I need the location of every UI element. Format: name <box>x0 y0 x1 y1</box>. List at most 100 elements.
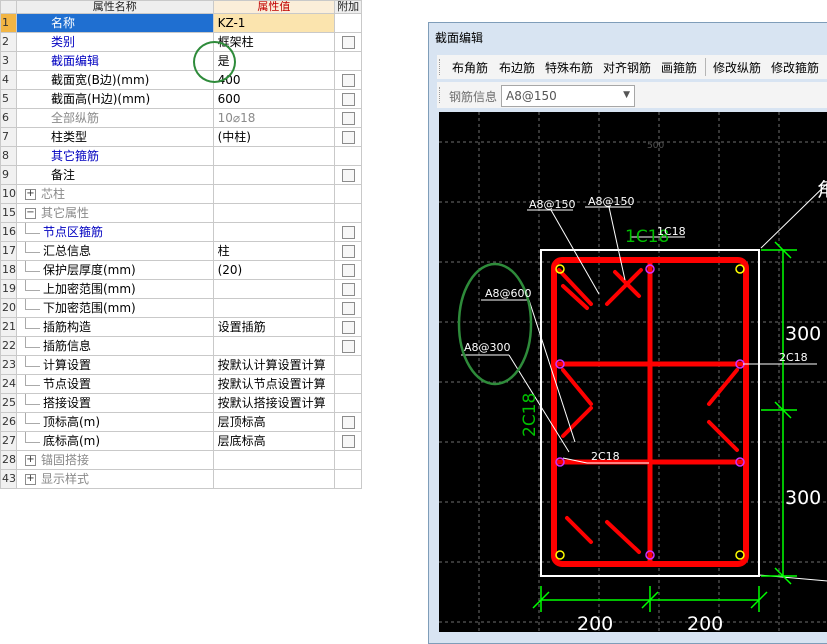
toolbar-button-corner-bars[interactable]: 布角筋 <box>452 59 488 76</box>
left-stirrup-label-b[interactable]: A8@300 <box>464 341 511 354</box>
property-row[interactable]: 26 顶标高(m) 层顶标高 <box>0 412 362 432</box>
extra-checkbox[interactable] <box>341 112 355 125</box>
row-number[interactable]: 25 <box>0 393 17 413</box>
right-side-bar-label[interactable]: 2C18 <box>779 351 808 364</box>
row-number[interactable]: 27 <box>0 431 17 451</box>
inner-bar-label[interactable]: 2C18 <box>591 450 620 463</box>
expand-icon[interactable]: + <box>25 455 36 466</box>
row-number[interactable]: 8 <box>0 146 17 166</box>
row-number[interactable]: 4 <box>0 70 17 90</box>
property-row[interactable]: 18 保护层厚度(mm) (20) <box>0 260 362 280</box>
property-name-cell[interactable]: 汇总信息 <box>16 241 214 261</box>
row-number[interactable]: 21 <box>0 317 17 337</box>
rebar-point[interactable] <box>735 264 745 274</box>
property-value-cell[interactable] <box>212 146 336 166</box>
extra-checkbox[interactable] <box>341 36 355 49</box>
property-value-cell[interactable] <box>212 450 336 470</box>
toolbar-button-special-bars[interactable]: 特殊布筋 <box>545 59 593 76</box>
property-name-cell[interactable]: + 显示样式 <box>16 469 214 489</box>
property-row[interactable]: 3 截面编辑是 <box>0 51 362 71</box>
collapse-icon[interactable]: − <box>25 208 36 219</box>
row-number[interactable]: 17 <box>0 241 17 261</box>
property-name-cell[interactable]: 截面高(H边)(mm) <box>16 89 214 109</box>
property-name-cell[interactable]: 备注 <box>16 165 214 185</box>
property-value-cell[interactable]: 设置插筋 <box>212 317 336 337</box>
property-row[interactable]: 4 截面宽(B边)(mm) 400 <box>0 70 362 90</box>
extra-checkbox[interactable] <box>341 302 355 315</box>
row-number[interactable]: 6 <box>0 108 17 128</box>
property-value-cell[interactable] <box>212 298 336 318</box>
property-row[interactable]: 17 汇总信息 柱 <box>0 241 362 261</box>
property-value-cell[interactable]: 按默认搭接设置计算 <box>212 393 336 413</box>
row-number[interactable]: 28 <box>0 450 17 470</box>
property-row[interactable]: 8 其它箍筋 <box>0 146 362 166</box>
extra-checkbox[interactable] <box>341 321 355 334</box>
expand-icon[interactable]: + <box>25 189 36 200</box>
property-row[interactable]: 43 + 显示样式 <box>0 469 362 489</box>
stirrup-label-b[interactable]: A8@150 <box>588 195 635 208</box>
row-number[interactable]: 10 <box>0 184 17 204</box>
property-value-cell[interactable]: 按默认节点设置计算 <box>212 374 336 394</box>
property-name-cell[interactable]: + 芯柱 <box>16 184 214 204</box>
property-value-cell[interactable]: KZ-1 <box>212 13 336 33</box>
property-row[interactable]: 23 计算设置 按默认计算设置计算 <box>0 355 362 375</box>
property-name-cell[interactable]: 类别 <box>16 32 214 52</box>
toolbar-button-align-bars[interactable]: 对齐钢筋 <box>603 59 651 76</box>
property-name-cell[interactable]: 下加密范围(mm) <box>16 298 214 318</box>
property-name-cell[interactable]: + 锚固搭接 <box>16 450 214 470</box>
row-number[interactable]: 16 <box>0 222 17 242</box>
extra-checkbox[interactable] <box>341 416 355 429</box>
rebar-bar-grip[interactable] <box>439 87 443 103</box>
property-name-cell[interactable]: 截面宽(B边)(mm) <box>16 70 214 90</box>
property-row[interactable]: 10 + 芯柱 <box>0 184 362 204</box>
property-row[interactable]: 9 备注 <box>0 165 362 185</box>
expand-icon[interactable]: + <box>25 474 36 485</box>
property-value-cell[interactable]: 层顶标高 <box>212 412 336 432</box>
property-name-cell[interactable]: 截面编辑 <box>16 51 214 71</box>
row-number[interactable]: 3 <box>0 51 17 71</box>
property-name-cell[interactable]: 搭接设置 <box>16 393 214 413</box>
row-number[interactable]: 22 <box>0 336 17 356</box>
row-number[interactable]: 9 <box>0 165 17 185</box>
property-name-cell[interactable]: 节点设置 <box>16 374 214 394</box>
chevron-down-icon[interactable]: ▼ <box>623 90 630 100</box>
property-row[interactable]: 21 插筋构造 设置插筋 <box>0 317 362 337</box>
rebar-point[interactable] <box>555 550 565 560</box>
extra-checkbox[interactable] <box>341 93 355 106</box>
row-number[interactable]: 1 <box>0 13 17 33</box>
property-row[interactable]: 27 底标高(m) 层底标高 <box>0 431 362 451</box>
top-bar-label[interactable]: 1C18 <box>657 225 686 238</box>
property-row[interactable]: 22 插筋信息 <box>0 336 362 356</box>
row-number[interactable]: 43 <box>0 469 17 489</box>
section-drawing-canvas[interactable]: 500 A8@150 A8@150 1C18 1C18 A8@600 A8@30… <box>439 112 827 632</box>
property-row[interactable]: 25 搭接设置 按默认搭接设置计算 <box>0 393 362 413</box>
property-value-cell[interactable]: 10⌀18 <box>212 108 336 128</box>
toolbar-button-draw-stirrup[interactable]: 画箍筋 <box>661 59 697 76</box>
row-number[interactable]: 5 <box>0 89 17 109</box>
property-value-cell[interactable] <box>212 336 336 356</box>
property-name-cell[interactable]: 名称 <box>16 13 214 33</box>
property-name-cell[interactable]: 其它箍筋 <box>16 146 214 166</box>
property-row[interactable]: 24 节点设置 按默认节点设置计算 <box>0 374 362 394</box>
extra-checkbox[interactable] <box>341 245 355 258</box>
row-number[interactable]: 19 <box>0 279 17 299</box>
extra-checkbox[interactable] <box>341 283 355 296</box>
property-value-cell[interactable]: (中柱) <box>212 127 336 147</box>
property-value-cell[interactable] <box>212 165 336 185</box>
property-row[interactable]: 28 + 锚固搭接 <box>0 450 362 470</box>
row-number[interactable]: 15 <box>0 203 17 223</box>
row-number[interactable]: 18 <box>0 260 17 280</box>
property-value-cell[interactable] <box>212 222 336 242</box>
row-number[interactable]: 26 <box>0 412 17 432</box>
property-value-cell[interactable]: 层底标高 <box>212 431 336 451</box>
rebar-point[interactable] <box>735 550 745 560</box>
toolbar-button-edit-stirrup[interactable]: 修改箍筋 <box>771 59 819 76</box>
property-name-cell[interactable]: 插筋信息 <box>16 336 214 356</box>
row-number[interactable]: 20 <box>0 298 17 318</box>
property-name-cell[interactable]: 底标高(m) <box>16 431 214 451</box>
property-name-cell[interactable]: 计算设置 <box>16 355 214 375</box>
left-stirrup-label-a[interactable]: A8@600 <box>485 287 532 300</box>
property-row[interactable]: 16 节点区箍筋 <box>0 222 362 242</box>
row-number[interactable]: 7 <box>0 127 17 147</box>
property-value-cell[interactable]: 按默认计算设置计算 <box>212 355 336 375</box>
